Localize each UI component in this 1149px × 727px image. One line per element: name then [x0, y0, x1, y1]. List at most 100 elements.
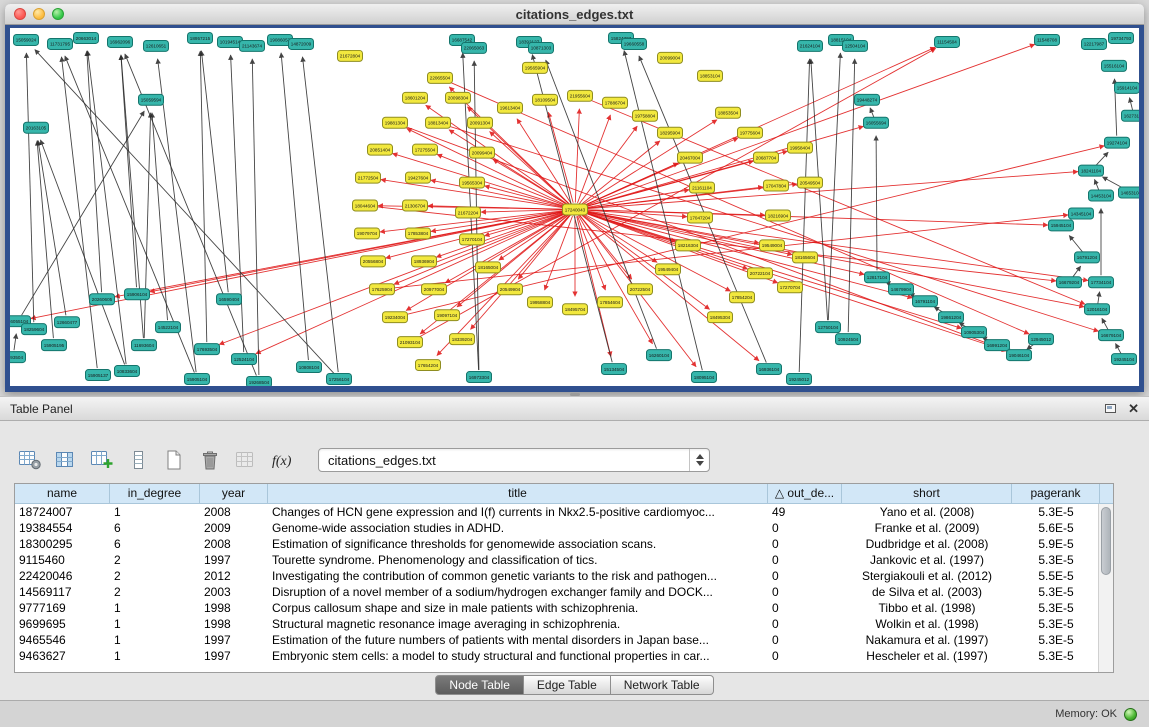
float-panel-icon[interactable] [1105, 404, 1116, 413]
graph-node[interactable]: 15059594 [139, 94, 164, 105]
graph-node[interactable]: 19775604 [738, 127, 763, 138]
table-row[interactable]: 1872400712008Changes of HCN gene express… [15, 504, 1098, 520]
row-options-button[interactable] [124, 446, 154, 474]
graph-node[interactable]: 20556804 [361, 256, 386, 267]
graph-node[interactable]: 21624104 [798, 40, 823, 51]
graph-node[interactable]: 18495304 [708, 312, 733, 323]
graph-node[interactable]: 21672204 [456, 207, 481, 218]
new-table-button[interactable] [160, 446, 190, 474]
graph-node[interactable]: 20977004 [422, 284, 447, 295]
graph-node[interactable]: 20467004 [678, 152, 703, 163]
graph-node[interactable]: 16791104 [913, 296, 938, 307]
graph-node[interactable]: 22065504 [428, 72, 453, 83]
graph-node[interactable]: 12524104 [232, 354, 257, 365]
graph-node[interactable]: 16055694 [864, 117, 889, 128]
graph-node[interactable]: 11731795 [48, 38, 73, 49]
graph-node[interactable]: 19758804 [633, 110, 658, 121]
graph-node[interactable]: 19097104 [435, 310, 460, 321]
graph-node[interactable]: 20099404 [470, 147, 495, 158]
graph-node[interactable]: 12817104 [865, 272, 890, 283]
graph-node[interactable]: 20163105 [24, 122, 49, 133]
table-row[interactable]: 969969511998Structural magnetic resonanc… [15, 616, 1098, 632]
graph-node[interactable]: 20722504 [628, 284, 653, 295]
graph-node[interactable]: 18241104 [1079, 165, 1104, 176]
graph-node[interactable]: 22065063 [462, 42, 487, 53]
graph-node[interactable]: 11154504 [935, 36, 960, 47]
zoom-window-button[interactable] [52, 8, 64, 20]
graph-node[interactable]: 19549404 [656, 264, 681, 275]
graph-node[interactable]: 19549004 [760, 240, 785, 251]
graph-node[interactable]: 20549504 [798, 177, 823, 188]
graph-node[interactable]: 17240043 [563, 204, 588, 215]
graph-node[interactable]: 19958804 [528, 297, 553, 308]
add-column-button[interactable] [88, 446, 118, 474]
network-canvas[interactable]: 1505902411731795206630141696209612610651… [10, 28, 1139, 386]
column-header-out_de[interactable]: △ out_de... [768, 484, 842, 503]
graph-node[interactable]: 14522104 [156, 322, 181, 333]
graph-node[interactable]: 19881304 [383, 117, 408, 128]
graph-node[interactable]: 17270704 [778, 282, 803, 293]
graph-node[interactable]: 18853104 [698, 70, 723, 81]
delete-column-button[interactable] [196, 446, 226, 474]
tab-network-table[interactable]: Network Table [611, 675, 714, 695]
graph-node[interactable]: 17734104 [1089, 277, 1114, 288]
vertical-scrollbar[interactable] [1098, 504, 1113, 672]
graph-node[interactable]: 18853504 [716, 107, 741, 118]
column-header-pagerank[interactable]: pagerank [1012, 484, 1100, 503]
graph-node[interactable]: 10871303 [529, 42, 554, 53]
table-row[interactable]: 946362711997Embryonic stem cells: a mode… [15, 648, 1098, 664]
graph-node[interactable]: 19268504 [247, 377, 272, 386]
table-selector-combobox[interactable]: citations_edges.txt [318, 448, 710, 472]
graph-node[interactable]: 17886704 [603, 97, 628, 108]
graph-node[interactable]: 18936904 [412, 256, 437, 267]
graph-node[interactable]: 20099004 [658, 52, 683, 63]
graph-node[interactable]: 18259604 [22, 324, 47, 335]
graph-node[interactable]: 12750104 [816, 322, 841, 333]
graph-node[interactable]: 17693504 [195, 344, 220, 355]
graph-node[interactable]: 12945012 [1029, 334, 1054, 345]
graph-node[interactable]: 15905137 [86, 370, 111, 381]
graph-node[interactable]: 19427604 [406, 172, 431, 183]
table-mode-button[interactable] [16, 446, 46, 474]
graph-node[interactable]: 17047204 [688, 212, 713, 223]
graph-node[interactable]: 18165604 [793, 252, 818, 263]
graph-node[interactable]: 16679204 [1057, 277, 1082, 288]
table-row[interactable]: 911546021997Tourette syndrome. Phenomeno… [15, 552, 1098, 568]
graph-node[interactable]: 16973304 [467, 372, 492, 383]
tab-edge-table[interactable]: Edge Table [524, 675, 611, 695]
graph-node[interactable]: 21093104 [398, 337, 423, 348]
graph-node[interactable]: 21143674 [240, 40, 265, 51]
graph-node[interactable]: 18216904 [766, 210, 791, 221]
graph-node[interactable]: 10905304 [962, 327, 987, 338]
graph-node[interactable]: 16791204 [1075, 252, 1100, 263]
graph-node[interactable]: 20687704 [754, 152, 779, 163]
graph-node[interactable]: 10924504 [836, 334, 861, 345]
graph-node[interactable]: 10808104 [297, 362, 322, 373]
minimize-window-button[interactable] [33, 8, 45, 20]
close-window-button[interactable] [14, 8, 26, 20]
graph-node[interactable]: 21772504 [356, 172, 381, 183]
graph-node[interactable]: 18495704 [563, 304, 588, 315]
graph-node[interactable]: 10194514 [218, 36, 243, 47]
graph-node[interactable]: 19958404 [788, 142, 813, 153]
graph-node[interactable]: 15914104 [1115, 82, 1140, 93]
graph-node[interactable]: 11693604 [132, 340, 157, 351]
column-header-short[interactable]: short [842, 484, 1012, 503]
graph-node[interactable]: 19861204 [939, 312, 964, 323]
graph-node[interactable]: 15905195 [42, 340, 67, 351]
graph-node[interactable]: 16679104 [1099, 330, 1124, 341]
graph-node[interactable]: 20091304 [468, 117, 493, 128]
graph-node[interactable]: 18295904 [658, 127, 683, 138]
graph-node[interactable]: 18957215 [188, 32, 213, 43]
graph-node[interactable]: 16273104 [1122, 110, 1140, 121]
graph-node[interactable]: 19079704 [355, 228, 380, 239]
graph-node[interactable]: 16590404 [217, 294, 242, 305]
graph-node[interactable]: 20663014 [74, 32, 99, 43]
graph-node[interactable]: 17654204 [416, 360, 441, 371]
close-panel-icon[interactable]: ✕ [1128, 402, 1139, 415]
graph-node[interactable]: 21955604 [568, 90, 593, 101]
graph-node[interactable]: 19245104 [1112, 354, 1137, 365]
graph-node[interactable]: 17270104 [460, 234, 485, 245]
graph-node[interactable]: 18601204 [403, 92, 428, 103]
graph-node[interactable]: 17854204 [730, 292, 755, 303]
